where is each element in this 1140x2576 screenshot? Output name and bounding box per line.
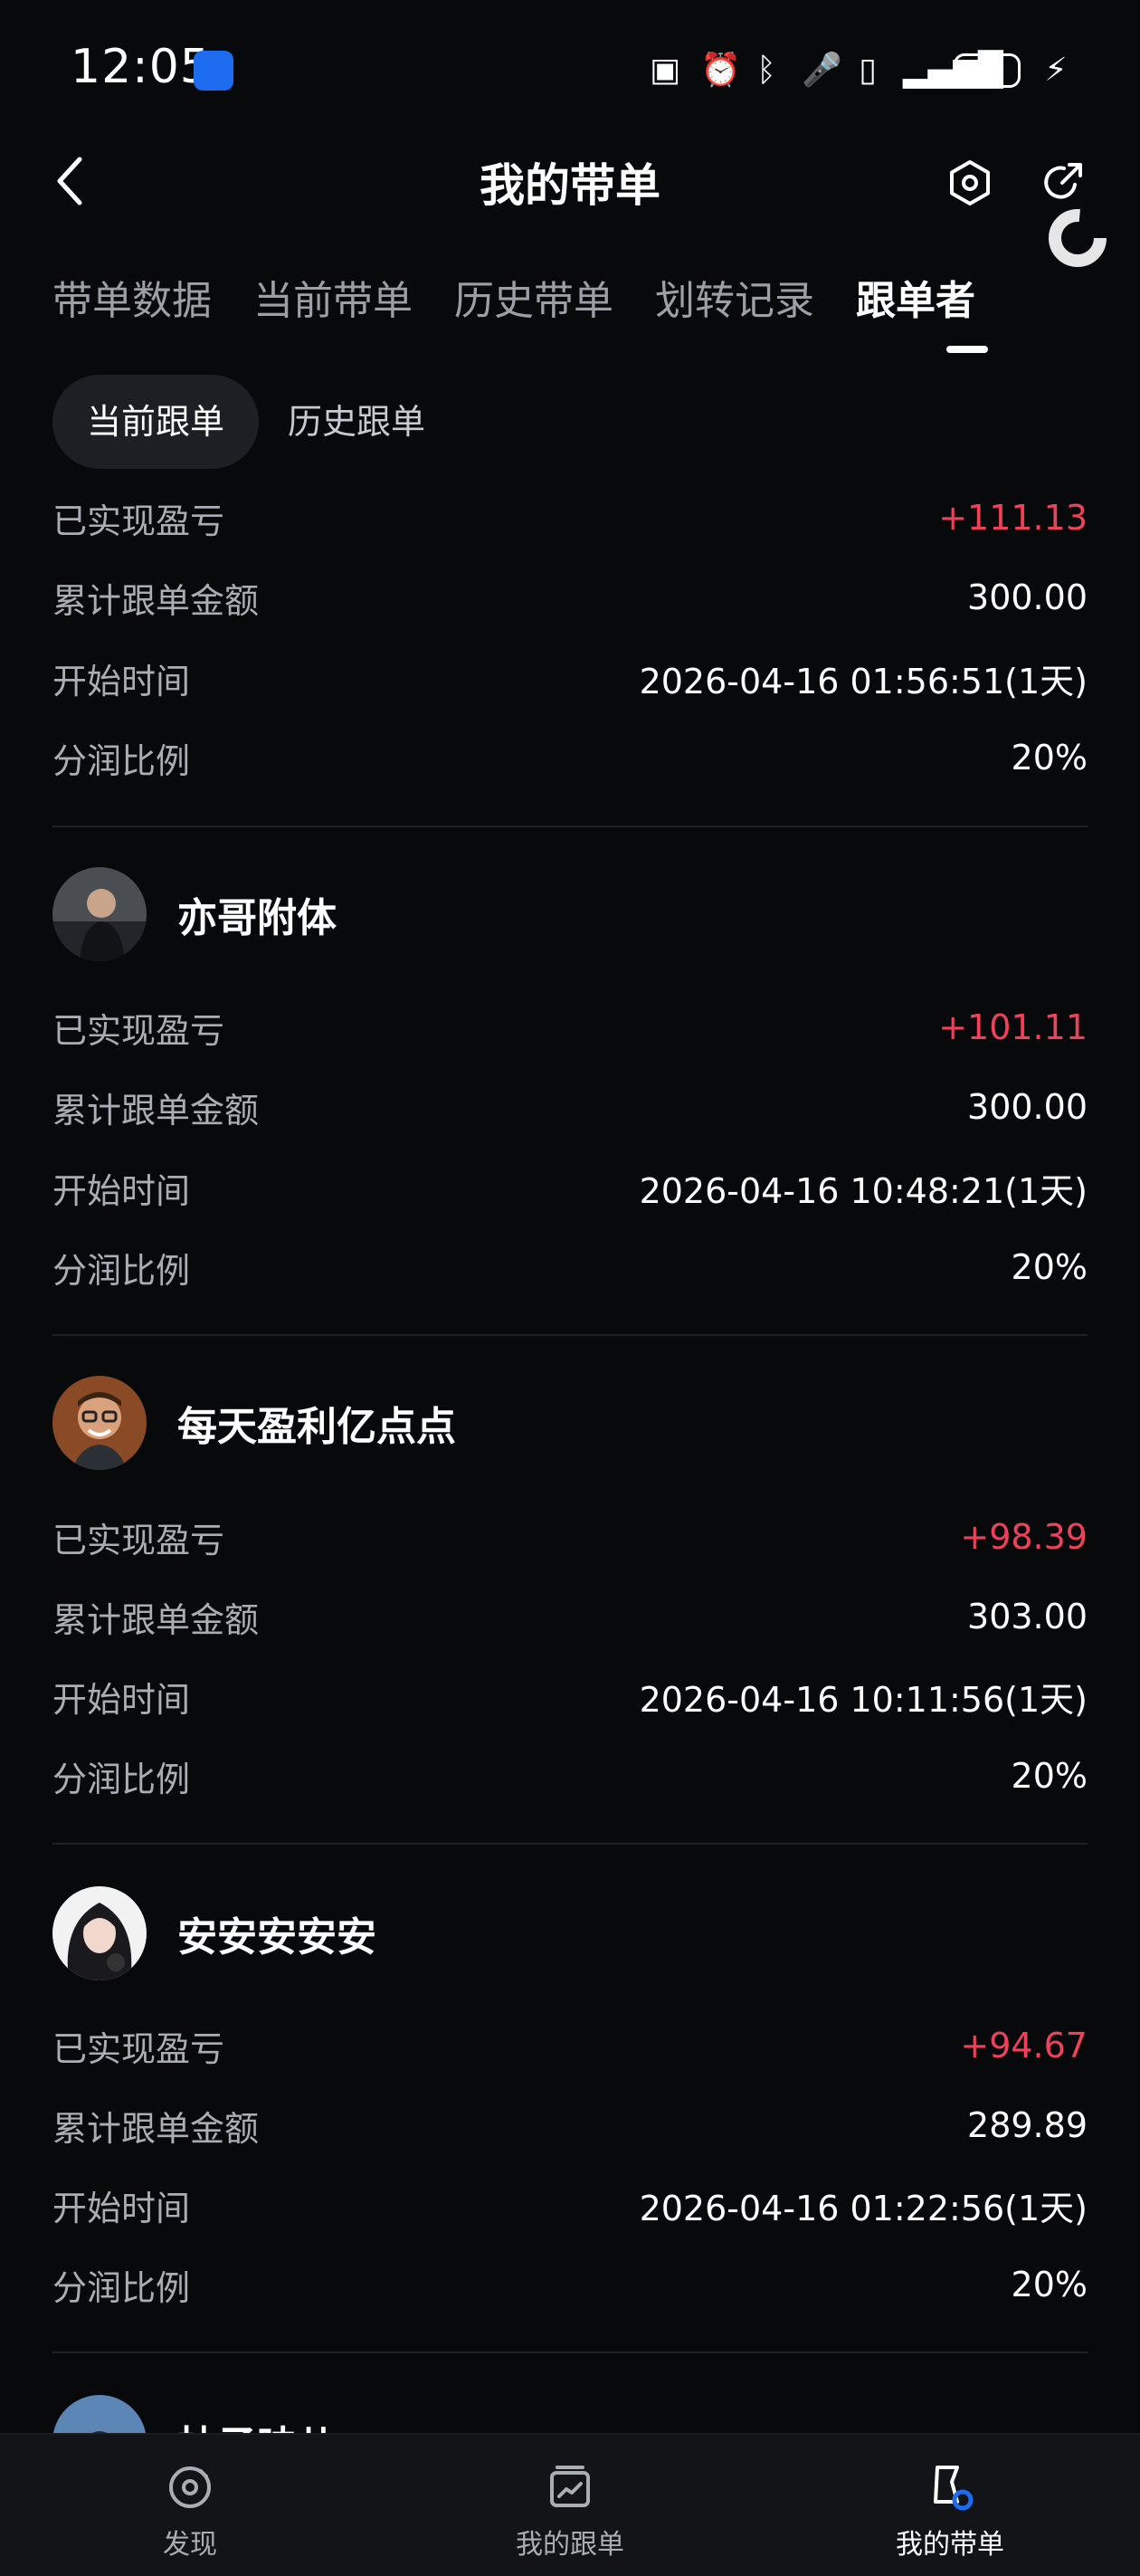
pnl-label: 已实现盈亏 — [52, 1520, 225, 1560]
signal-icon: ▂▄▆█ — [903, 52, 1003, 89]
share-value: 20% — [1011, 1756, 1088, 1796]
amount-row: 累计跟单金额 289.89 — [52, 2085, 1088, 2165]
avatar — [52, 867, 147, 961]
top-tabs: 带单数据 当前带单 历史带单 划转记录 跟单者 — [52, 268, 975, 326]
pnl-value: +111.13 — [938, 498, 1088, 538]
refresh-spinner-icon — [1049, 209, 1107, 267]
lead-trade-icon — [934, 2466, 974, 2511]
vibrate-icon: ▯ — [859, 52, 877, 89]
pnl-value: +94.67 — [960, 2026, 1088, 2066]
pnl-label: 已实现盈亏 — [52, 501, 225, 541]
pnl-value: +98.39 — [960, 1517, 1088, 1557]
discover-icon — [169, 2466, 211, 2508]
divider — [52, 2352, 1088, 2353]
subtab-current-follow[interactable]: 当前跟单 — [52, 375, 259, 469]
settings-icon[interactable] — [946, 159, 993, 206]
start-label: 开始时间 — [52, 1170, 191, 1211]
mic-icon: 🎤 — [802, 52, 842, 89]
share-label: 分润比例 — [52, 740, 191, 781]
amount-value: 289.89 — [967, 2105, 1088, 2145]
tab-followers[interactable]: 跟单者 — [856, 268, 975, 326]
battery-icon: 20 — [954, 53, 1021, 88]
share-label: 分润比例 — [52, 2267, 191, 2308]
divider — [52, 1334, 1088, 1336]
amount-label: 累计跟单金额 — [52, 580, 260, 621]
pnl-row: 已实现盈亏 +101.11 — [52, 987, 1088, 1067]
pnl-row: 已实现盈亏 +94.67 — [52, 2006, 1088, 2085]
status-time: 12:05 — [71, 40, 211, 94]
start-row: 开始时间 2026-04-16 10:11:56(1天) — [52, 1656, 1088, 1736]
start-row: 开始时间 2026-04-16 01:56:51(1天) — [52, 638, 1088, 718]
pnl-row: 已实现盈亏 +111.13 — [52, 478, 1088, 558]
share-row: 分润比例 20% — [52, 1736, 1088, 1816]
status-icons: ▣ ⏰ ᛒ 🎤 ▯ ▂▄▆█ 20 ⚡ — [650, 47, 1071, 94]
copy-trade-icon — [550, 2466, 590, 2507]
follower-header[interactable]: 亦哥附体 — [52, 867, 337, 961]
start-value: 2026-04-16 10:11:56(1天) — [639, 1679, 1088, 1720]
amount-value: 300.00 — [967, 577, 1088, 617]
share-row: 分润比例 20% — [52, 1227, 1088, 1307]
nav-discover-label: 发现 — [163, 2529, 217, 2561]
tab-transfer-records[interactable]: 划转记录 — [655, 268, 814, 326]
amount-label: 累计跟单金额 — [52, 2108, 260, 2149]
share-label: 分润比例 — [52, 1250, 191, 1291]
nfc-icon: ▣ — [650, 52, 681, 89]
divider — [52, 1843, 1088, 1845]
share-icon[interactable] — [1039, 159, 1086, 206]
amount-value: 300.00 — [967, 1087, 1088, 1127]
alarm-icon: ⏰ — [700, 52, 741, 89]
pnl-label: 已实现盈亏 — [52, 1010, 225, 1051]
follower-name: 安安安安安 — [177, 1914, 376, 1961]
share-row: 分润比例 20% — [52, 2245, 1088, 2324]
avatar — [52, 1886, 147, 1980]
charging-icon: ⚡ — [1044, 52, 1068, 89]
nav-discover[interactable]: 发现 — [90, 2462, 290, 2562]
subtab-history-follow[interactable]: 历史跟单 — [288, 375, 425, 469]
amount-row: 累计跟单金额 303.00 — [52, 1577, 1088, 1656]
start-label: 开始时间 — [52, 2188, 191, 2228]
start-value: 2026-04-16 10:48:21(1天) — [639, 1170, 1088, 1211]
pnl-label: 已实现盈亏 — [52, 2028, 225, 2069]
tab-history-lead[interactable]: 历史带单 — [454, 268, 613, 326]
amount-row: 累计跟单金额 300.00 — [52, 558, 1088, 637]
follower-header[interactable]: 每天盈利亿点点 — [52, 1376, 456, 1470]
tab-lead-data[interactable]: 带单数据 — [52, 268, 212, 326]
start-row: 开始时间 2026-04-16 01:22:56(1天) — [52, 2165, 1088, 2245]
share-value: 20% — [1011, 738, 1088, 778]
share-label: 分润比例 — [52, 1759, 191, 1799]
app-notification-icon — [194, 51, 233, 91]
avatar — [52, 1376, 147, 1470]
start-value: 2026-04-16 01:56:51(1天) — [639, 661, 1088, 701]
tab-current-lead[interactable]: 当前带单 — [253, 268, 413, 326]
amount-label: 累计跟单金额 — [52, 1090, 260, 1131]
share-row: 分润比例 20% — [52, 718, 1088, 797]
start-label: 开始时间 — [52, 1679, 191, 1720]
follower-name: 每天盈利亿点点 — [177, 1404, 456, 1450]
share-value: 20% — [1011, 1247, 1088, 1287]
pnl-row: 已实现盈亏 +98.39 — [52, 1497, 1088, 1577]
bluetooth-icon: ᛒ — [756, 52, 776, 89]
tab-indicator — [946, 346, 988, 353]
nav-my-copy-label: 我的跟单 — [516, 2529, 624, 2561]
start-value: 2026-04-16 01:22:56(1天) — [639, 2188, 1088, 2228]
amount-label: 累计跟单金额 — [52, 1599, 260, 1640]
share-value: 20% — [1011, 2265, 1088, 2304]
amount-row: 累计跟单金额 300.00 — [52, 1067, 1088, 1147]
nav-my-lead[interactable]: 我的带单 — [850, 2462, 1050, 2562]
follower-name: 亦哥附体 — [177, 895, 337, 941]
pnl-value: +101.11 — [938, 1007, 1088, 1047]
start-row: 开始时间 2026-04-16 10:48:21(1天) — [52, 1148, 1088, 1227]
nav-my-lead-label: 我的带单 — [896, 2529, 1004, 2561]
nav-my-copy[interactable]: 我的跟单 — [470, 2462, 670, 2562]
amount-value: 303.00 — [967, 1597, 1088, 1636]
divider — [52, 825, 1088, 827]
follower-header[interactable]: 安安安安安 — [52, 1886, 376, 1980]
start-label: 开始时间 — [52, 661, 191, 701]
